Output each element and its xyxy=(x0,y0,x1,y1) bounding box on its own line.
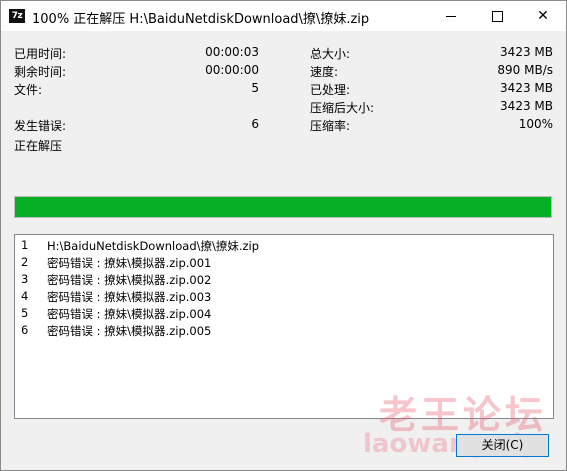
message-text: 密码错误 : 撩妹\模拟器.zip.003 xyxy=(47,290,212,304)
message-text: 密码错误 : 撩妹\模拟器.zip.001 xyxy=(47,256,212,270)
speed-label: 速度: xyxy=(310,65,339,79)
message-number: 6 xyxy=(21,323,29,337)
message-text: H:\BaiduNetdiskDownload\撩\撩妹.zip xyxy=(47,239,260,253)
close-window-button[interactable]: ✕ xyxy=(520,1,566,31)
minimize-button[interactable] xyxy=(428,1,474,31)
compression-ratio-label: 压缩率: xyxy=(310,119,351,133)
total-size-value: 3423 MB xyxy=(500,45,553,59)
message-text: 密码错误 : 撩妹\模拟器.zip.005 xyxy=(47,324,212,338)
compressed-size-label: 压缩后大小: xyxy=(310,101,375,115)
total-size-label: 总大小: xyxy=(310,47,351,61)
elapsed-time-value: 00:00:03 xyxy=(205,45,259,59)
extract-progress-window: 7z 100% 正在解压 H:\BaiduNetdiskDownload\撩\撩… xyxy=(0,0,567,471)
7zip-app-icon: 7z xyxy=(9,9,25,23)
message-text: 密码错误 : 撩妹\模拟器.zip.002 xyxy=(47,273,212,287)
close-button[interactable]: 关闭(C) xyxy=(456,434,549,457)
title-bar[interactable]: 7z 100% 正在解压 H:\BaiduNetdiskDownload\撩\撩… xyxy=(1,1,566,31)
maximize-button[interactable] xyxy=(474,1,520,31)
close-icon: ✕ xyxy=(537,8,549,24)
progress-fill xyxy=(15,197,551,217)
message-number: 1 xyxy=(21,238,29,252)
compressed-size-value: 3423 MB xyxy=(500,99,553,113)
speed-value: 890 MB/s xyxy=(497,63,553,77)
progress-bar xyxy=(14,196,552,218)
errors-label: 发生错误: xyxy=(14,119,67,133)
processed-label: 已处理: xyxy=(310,83,351,97)
maximize-icon xyxy=(492,11,503,22)
errors-value: 6 xyxy=(251,117,259,131)
minimize-icon xyxy=(446,16,456,17)
message-number: 2 xyxy=(21,255,29,269)
processed-value: 3423 MB xyxy=(500,81,553,95)
message-number: 3 xyxy=(21,272,29,286)
files-value: 5 xyxy=(251,81,259,95)
files-label: 文件: xyxy=(14,83,43,97)
window-title: 100% 正在解压 H:\BaiduNetdiskDownload\撩\撩妹.z… xyxy=(32,12,370,27)
remaining-time-value: 00:00:00 xyxy=(205,63,259,77)
status-text: 正在解压 xyxy=(14,139,63,153)
elapsed-time-label: 已用时间: xyxy=(14,47,67,61)
message-text: 密码错误 : 撩妹\模拟器.zip.004 xyxy=(47,307,212,321)
message-number: 4 xyxy=(21,289,29,303)
message-number: 5 xyxy=(21,306,29,320)
remaining-time-label: 剩余时间: xyxy=(14,65,67,79)
compression-ratio-value: 100% xyxy=(518,117,553,131)
